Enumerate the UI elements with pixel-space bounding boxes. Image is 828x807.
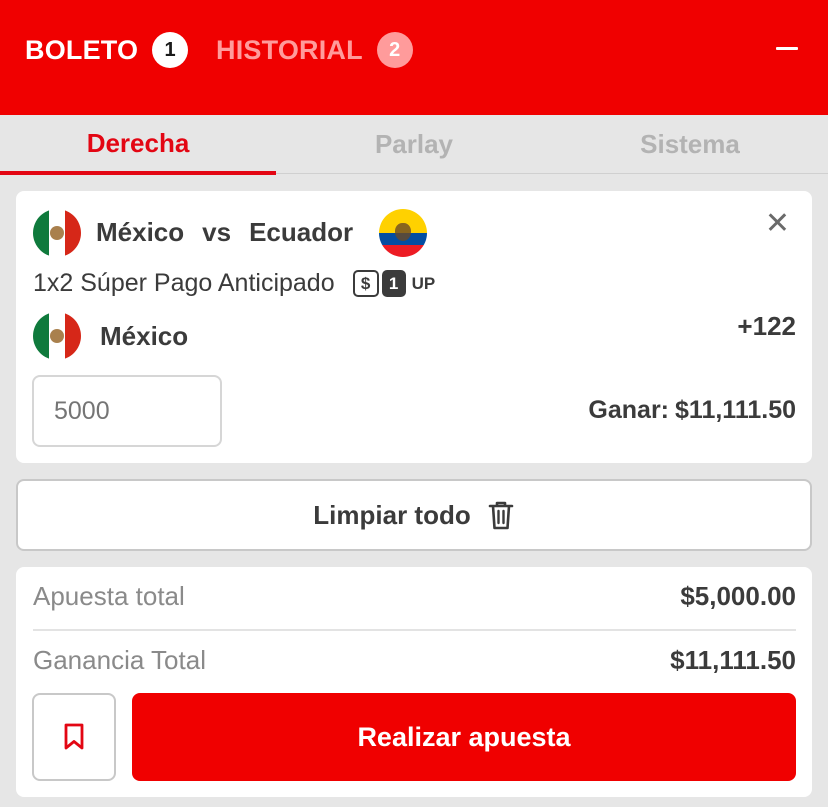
stake-input[interactable]	[32, 375, 222, 447]
tab-sistema[interactable]: Sistema	[552, 129, 828, 160]
tab-boleto-label: BOLETO	[25, 34, 139, 65]
vs-label: vs	[202, 217, 232, 247]
market-line: 1x2 Súper Pago Anticipado $ 1 UP	[33, 269, 435, 298]
tab-historial[interactable]: HISTORIAL 2	[216, 32, 413, 68]
total-win-value: $11,111.50	[670, 645, 796, 675]
tab-historial-label: HISTORIAL	[216, 34, 363, 65]
historial-count-badge: 2	[376, 32, 413, 68]
clear-all-button[interactable]: Limpiar todo	[16, 479, 812, 551]
to-win: Ganar: $11,111.50	[588, 396, 796, 425]
total-stake-label: Apuesta total	[33, 581, 185, 611]
odds-value: +122	[737, 311, 796, 341]
summary-divider	[33, 629, 796, 631]
selection-card: México vs Ecuador ✕ 1x2 Súper Pago Antic…	[16, 191, 812, 463]
market-name: 1x2 Súper Pago Anticipado	[33, 269, 335, 297]
boost-number: 1	[381, 270, 406, 297]
total-stake-value: $5,000.00	[680, 581, 796, 611]
active-tab-indicator	[0, 171, 276, 175]
bookmark-icon	[64, 723, 84, 750]
away-team: Ecuador	[249, 217, 354, 247]
bookmark-button[interactable]	[32, 693, 116, 781]
tab-parlay[interactable]: Parlay	[276, 129, 552, 160]
betslip-header: BOLETO 1 HISTORIAL 2	[0, 0, 828, 115]
ecuador-flag-icon	[379, 209, 427, 257]
minus-icon[interactable]	[776, 47, 798, 50]
tab-derecha[interactable]: Derecha	[0, 128, 276, 159]
clear-all-label: Limpiar todo	[313, 499, 471, 530]
boost-dollar: $	[352, 270, 379, 297]
bet-type-tabs: Derecha Parlay Sistema	[0, 115, 828, 175]
pick-flag-icon	[33, 312, 81, 360]
to-win-label: Ganar:	[588, 396, 670, 424]
total-win-row: Ganancia Total $11,111.50	[33, 645, 796, 676]
match-title: México vs Ecuador	[96, 217, 353, 248]
boost-suffix: UP	[411, 273, 436, 293]
close-icon[interactable]: ✕	[765, 209, 790, 239]
boleto-count-badge: 1	[152, 32, 189, 68]
tab-boleto[interactable]: BOLETO 1	[25, 32, 189, 68]
summary-card: Apuesta total $5,000.00 Ganancia Total $…	[16, 567, 812, 797]
pick-label: México	[100, 321, 189, 351]
early-payout-icon: $ 1 UP	[352, 270, 436, 297]
home-team: México	[96, 217, 185, 247]
to-win-value: $11,111.50	[675, 396, 796, 424]
total-stake-row: Apuesta total $5,000.00	[33, 581, 796, 612]
total-win-label: Ganancia Total	[33, 645, 206, 675]
trash-icon	[488, 501, 514, 530]
place-bet-button[interactable]: Realizar apuesta	[132, 693, 796, 781]
mexico-flag-icon	[33, 209, 81, 257]
